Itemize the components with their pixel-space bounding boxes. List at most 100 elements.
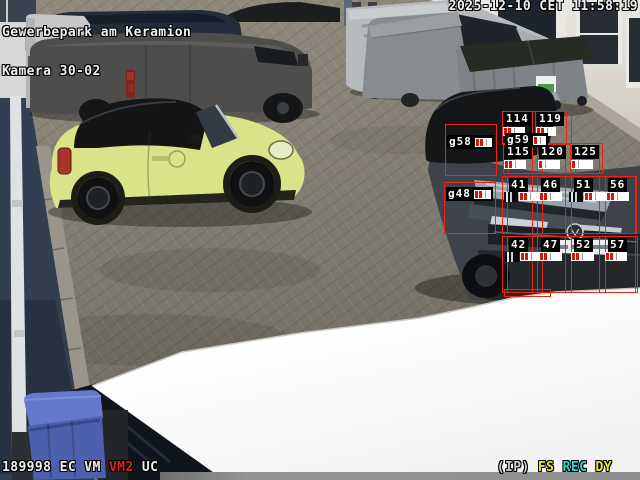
- osd-status-token: UC: [133, 460, 159, 475]
- meter-tick: [520, 193, 523, 200]
- meter-divider: [616, 253, 617, 260]
- vm-window-label: 46: [541, 178, 561, 192]
- meter-tick: [509, 161, 512, 168]
- vm-activity-meter: [474, 137, 492, 147]
- vm-activity-meter: [539, 252, 562, 261]
- meter-tick: [576, 253, 579, 260]
- meter-divider: [530, 193, 531, 200]
- vm-window-label: g58: [447, 135, 494, 149]
- meter-divider: [550, 253, 551, 260]
- meter-tick: [525, 253, 528, 260]
- meter-tick: [479, 138, 483, 146]
- meter-divider: [617, 193, 618, 200]
- meter-tick: [610, 253, 613, 260]
- meter-divider: [484, 190, 486, 198]
- meter-tick: [544, 193, 547, 200]
- vm-window-label: 120: [539, 145, 566, 159]
- vm-activity-meter: [504, 160, 526, 169]
- meter-tick: [607, 193, 610, 200]
- vm-window: [445, 124, 497, 176]
- vm-window-label-text: 57: [610, 238, 626, 251]
- osd-status-token: 189998 EC VM: [2, 460, 109, 475]
- meter-divider: [595, 193, 596, 200]
- camera-location: Gewerbepark am Keramion: [2, 25, 192, 40]
- osd-timestamp: 2025-12-10 CET 11:58:19: [448, 0, 638, 14]
- vm-window-label: 52: [574, 238, 594, 252]
- meter-tick: [611, 193, 614, 200]
- vm-activity-meter: [584, 192, 608, 201]
- osd-status-token: REC: [562, 460, 596, 475]
- vm-activity-meter: [606, 192, 629, 201]
- osd-status-left: 189998 EC VM VM2 UC: [2, 461, 158, 474]
- meter-divider: [582, 253, 583, 260]
- meter-divider: [550, 193, 551, 200]
- osd-status-token: DY: [595, 460, 612, 475]
- vm-activity-meter: [532, 135, 546, 145]
- vm-activity-meter: [539, 192, 562, 201]
- vm-window-label: 115: [505, 145, 532, 159]
- vm-window-label: 114: [504, 112, 531, 126]
- vm-activity-meter: [571, 160, 593, 169]
- meter-tick: [540, 193, 543, 200]
- meter-tick: [572, 161, 575, 168]
- osd-status-right: (IP) FS REC DY: [497, 461, 612, 474]
- meter-divider: [539, 136, 541, 144]
- vm-activity-meter: [605, 252, 627, 261]
- vm-activity-meter: [571, 252, 594, 261]
- vm-window: [504, 289, 551, 297]
- meter-tick: [539, 161, 542, 168]
- vm-window-label: 56: [608, 178, 628, 192]
- meter-divider: [531, 253, 532, 260]
- meter-divider: [485, 138, 487, 146]
- meter-tick: [585, 193, 588, 200]
- vm-window-label: 51: [574, 178, 594, 192]
- meter-tick: [572, 253, 575, 260]
- vm-window-label-text: 42: [511, 238, 527, 251]
- vm-window-label-text: g48: [448, 187, 471, 200]
- vm-window-label-text: 115: [507, 145, 530, 158]
- vm-window-label-text: g58: [449, 135, 472, 148]
- meter-tick: [540, 253, 543, 260]
- vm-window-label-text: 47: [543, 238, 559, 251]
- meter-tick: [505, 161, 508, 168]
- osd-status-token: VM2: [108, 460, 134, 475]
- vm-window-label: g48: [446, 187, 493, 201]
- meter-divider: [578, 161, 579, 168]
- vm-window-label: 57: [608, 238, 628, 252]
- vm-activity-meter: [473, 189, 491, 199]
- osd-status-token: FS: [537, 460, 563, 475]
- meter-divider: [515, 161, 516, 168]
- hidden-label-fragment: [569, 192, 583, 202]
- meter-tick: [533, 136, 537, 144]
- vm-window-label: 47: [541, 238, 561, 252]
- meter-tick: [475, 138, 479, 146]
- meter-tick: [589, 193, 592, 200]
- meter-tick: [544, 253, 547, 260]
- vm-window-label-text: 120: [541, 145, 564, 158]
- vm-window-label-text: 52: [576, 238, 592, 251]
- vm-window-label-text: 125: [574, 145, 597, 158]
- vm-window-label-text: 119: [539, 112, 562, 125]
- meter-tick: [521, 253, 524, 260]
- meter-tick: [478, 190, 482, 198]
- hidden-label-fragment: [504, 192, 518, 202]
- vm-window-label: 125: [572, 145, 599, 159]
- osd-top-left: Gewerbepark am Keramion Kamera 30-02: [2, 0, 191, 104]
- osd-status-token: (IP): [496, 460, 538, 475]
- hidden-label-fragment: [505, 252, 519, 262]
- vm-window-label: 119: [537, 112, 564, 126]
- vm-window-label-text: 51: [576, 178, 592, 191]
- cctv-viewer: 114 119 g59 g58 115 120 125 41 46 51 56 g48 42 47 52 57…: [0, 0, 640, 480]
- vm-window-label-text: 41: [511, 178, 527, 191]
- vm-window-label: 42: [509, 238, 529, 252]
- vm-window-label-text: 46: [543, 178, 559, 191]
- meter-tick: [606, 253, 609, 260]
- vm-activity-meter: [538, 160, 560, 169]
- meter-tick: [524, 193, 527, 200]
- vm-window-label-text: 114: [506, 112, 529, 125]
- vm-window-label: 41: [509, 178, 529, 192]
- vm-window-label-text: 56: [610, 178, 626, 191]
- meter-tick: [474, 190, 478, 198]
- meter-divider: [545, 161, 546, 168]
- camera-id: Kamera 30-02: [2, 64, 101, 79]
